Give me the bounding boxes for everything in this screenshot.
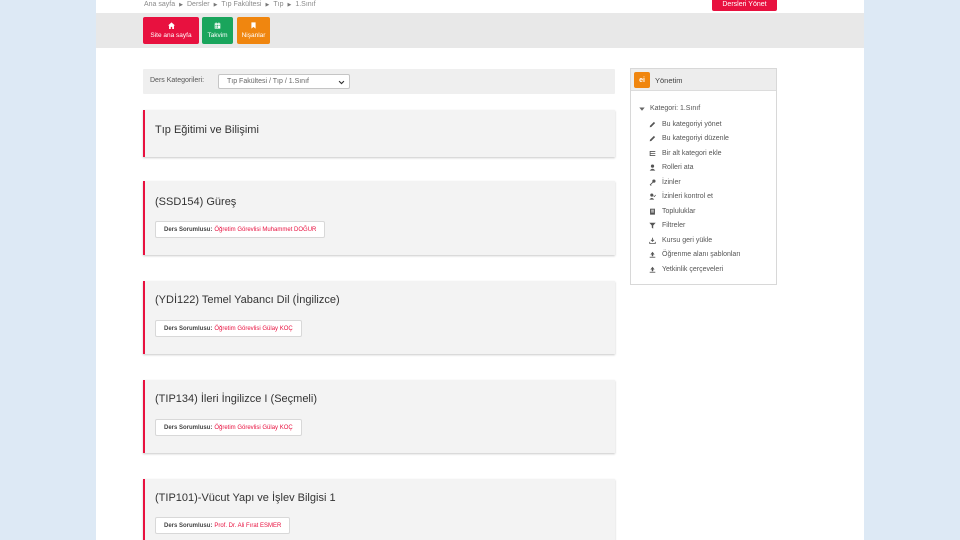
page: Ana sayfa ▶ Dersler ▶ Tıp Fakültesi ▶ Tı… xyxy=(96,0,864,540)
admin-item-cohorts[interactable]: Topluluklar xyxy=(649,206,695,216)
admin-item-label: Öğrenme alanı şablonları xyxy=(662,251,741,258)
admin-item-manage-category[interactable]: Bu kategoriyi yönet xyxy=(649,119,722,129)
breadcrumb-separator-icon: ▶ xyxy=(287,1,292,8)
category-selected-value: Tıp Fakültesi / Tıp / 1.Sınıf xyxy=(227,78,309,85)
course-card[interactable]: (TIP101)-Vücut Yapı ve İşlev Bilgisi 1 D… xyxy=(143,479,615,540)
upload-icon xyxy=(649,266,656,273)
admin-root-label: Kategori: 1.Sınıf xyxy=(650,105,701,112)
teacher-name[interactable]: Öğretim Görevlisi Gülay KOÇ xyxy=(214,326,292,332)
admin-item-label: Bu kategoriyi yönet xyxy=(662,120,722,128)
course-title[interactable]: (TIP101)-Vücut Yapı ve İşlev Bilgisi 1 xyxy=(155,492,336,504)
course-title[interactable]: (TIP134) İleri İngilizce I (Seçmeli) xyxy=(155,393,317,405)
calendar-label: Takvim xyxy=(207,32,228,39)
teacher-label: Ders Sorumlusu: xyxy=(164,424,213,431)
admin-item-filters[interactable]: Filtreler xyxy=(649,221,685,231)
administration-title: Yönetim xyxy=(655,76,683,85)
restore-icon xyxy=(649,237,656,244)
admin-item-edit-category[interactable]: Bu kategoriyi düzenle xyxy=(649,134,729,144)
course-card[interactable]: (SSD154) Güreş Ders Sorumlusu: Öğretim G… xyxy=(143,181,615,255)
admin-item-competency-frameworks[interactable]: Yetkinlik çerçeveleri xyxy=(649,264,723,274)
users-icon xyxy=(650,208,655,215)
admin-item-label: Bu kategoriyi düzenle xyxy=(662,135,729,142)
teacher-label: Ders Sorumlusu: xyxy=(164,522,213,529)
teacher-label: Ders Sorumlusu: xyxy=(164,325,213,332)
breadcrumb-department[interactable]: Tıp xyxy=(273,1,283,8)
teacher-label: Ders Sorumlusu: xyxy=(164,226,213,233)
badges-label: Nişanlar xyxy=(241,32,266,39)
admin-item-permissions[interactable]: İzinler xyxy=(649,177,681,187)
breadcrumb-class[interactable]: 1.Sınıf xyxy=(295,1,315,8)
admin-item-learning-templates[interactable]: Öğrenme alanı şablonları xyxy=(649,250,741,260)
admin-item-label: Filtreler xyxy=(662,222,686,229)
breadcrumb-separator-icon: ▶ xyxy=(265,1,270,8)
course-card[interactable]: (TIP134) İleri İngilizce I (Seçmeli) Der… xyxy=(143,380,615,453)
administration-block: ei Yönetim Kategori: 1.Sınıf Bu kategori… xyxy=(630,68,777,285)
home-icon xyxy=(167,22,175,29)
course-teacher-badge: Ders Sorumlusu: Öğretim Görevlisi Gülay … xyxy=(155,320,302,337)
breadcrumb-home[interactable]: Ana sayfa xyxy=(144,1,175,8)
course-card[interactable]: (YDİ122) Temel Yabancı Dil (İngilizce) D… xyxy=(143,281,615,354)
category-label: Ders Kategorileri: xyxy=(150,77,205,84)
breadcrumb-separator-icon: ▶ xyxy=(179,1,183,8)
bookmark-icon xyxy=(251,22,256,29)
breadcrumb-courses[interactable]: Dersler xyxy=(187,1,210,8)
course-teacher-badge: Ders Sorumlusu: Öğretim Görevlisi Muhamm… xyxy=(155,221,326,238)
course-teacher-badge: Ders Sorumlusu: Prof. Dr. Ali Fırat ESME… xyxy=(155,517,291,534)
admin-item-label: Bir alt kategori ekle xyxy=(662,149,722,157)
course-card[interactable]: Tıp Eğitimi ve Bilişimi xyxy=(143,110,615,157)
check-user-icon xyxy=(649,193,656,200)
nav-band: Site ana sayfa Takvim Nişanlar xyxy=(96,13,864,48)
pencil-icon xyxy=(649,121,656,127)
breadcrumb-faculty[interactable]: Tıp Fakültesi xyxy=(221,1,261,8)
admin-item-assign-roles[interactable]: Rolleri ata xyxy=(649,163,694,173)
triangle-down-icon xyxy=(639,107,645,111)
top-bar: Ana sayfa ▶ Dersler ▶ Tıp Fakültesi ▶ Tı… xyxy=(96,0,864,13)
admin-item-label: Rolleri ata xyxy=(662,164,694,171)
breadcrumb-separator-icon: ▶ xyxy=(213,1,218,8)
course-title[interactable]: (YDİ122) Temel Yabancı Dil (İngilizce) xyxy=(155,294,340,306)
admin-item-label: İzinler xyxy=(662,178,681,186)
course-title[interactable]: (SSD154) Güreş xyxy=(155,196,236,208)
calendar-icon xyxy=(214,22,221,29)
teacher-name[interactable]: Öğretim Görevlisi Muhammet DOĞUR xyxy=(214,227,316,233)
administration-header: ei Yönetim xyxy=(631,69,776,91)
key-icon xyxy=(649,178,656,186)
administration-logo: ei xyxy=(634,72,650,88)
admin-item-label: Topluluklar xyxy=(662,207,696,215)
admin-item-label: İzinleri kontrol et xyxy=(662,193,713,200)
upload-icon xyxy=(649,251,656,258)
admin-item-label: Yetkinlik çerçeveleri xyxy=(662,265,724,273)
admin-root-category[interactable]: Kategori: 1.Sınıf xyxy=(639,105,700,112)
chevron-down-icon xyxy=(338,80,345,85)
add-category-icon xyxy=(649,150,656,156)
admin-item-label: Kursu geri yükle xyxy=(662,236,713,244)
calendar-button[interactable]: Takvim xyxy=(202,17,233,44)
teacher-name[interactable]: Prof. Dr. Ali Fırat ESMER xyxy=(214,523,281,529)
category-bar: Ders Kategorileri: Tıp Fakültesi / Tıp /… xyxy=(143,69,615,94)
category-select[interactable]: Tıp Fakültesi / Tıp / 1.Sınıf xyxy=(218,74,350,89)
site-home-button[interactable]: Site ana sayfa xyxy=(143,17,199,44)
admin-item-check-permissions[interactable]: İzinleri kontrol et xyxy=(649,192,713,202)
site-home-label: Site ana sayfa xyxy=(150,32,192,39)
badges-button[interactable]: Nişanlar xyxy=(237,17,270,44)
teacher-name[interactable]: Öğretim Görevlisi Gülay KOÇ xyxy=(214,425,292,431)
course-teacher-badge: Ders Sorumlusu: Öğretim Görevlisi Gülay … xyxy=(155,419,302,436)
user-icon xyxy=(649,164,656,171)
pencil-icon xyxy=(649,135,656,142)
manage-courses-button[interactable]: Dersleri Yönet xyxy=(712,0,777,11)
admin-item-add-subcategory[interactable]: Bir alt kategori ekle xyxy=(649,148,722,158)
breadcrumb: Ana sayfa ▶ Dersler ▶ Tıp Fakültesi ▶ Tı… xyxy=(144,0,316,9)
course-title[interactable]: Tıp Eğitimi ve Bilişimi xyxy=(155,124,259,136)
admin-item-restore-course[interactable]: Kursu geri yükle xyxy=(649,235,712,245)
filter-icon xyxy=(649,222,656,229)
